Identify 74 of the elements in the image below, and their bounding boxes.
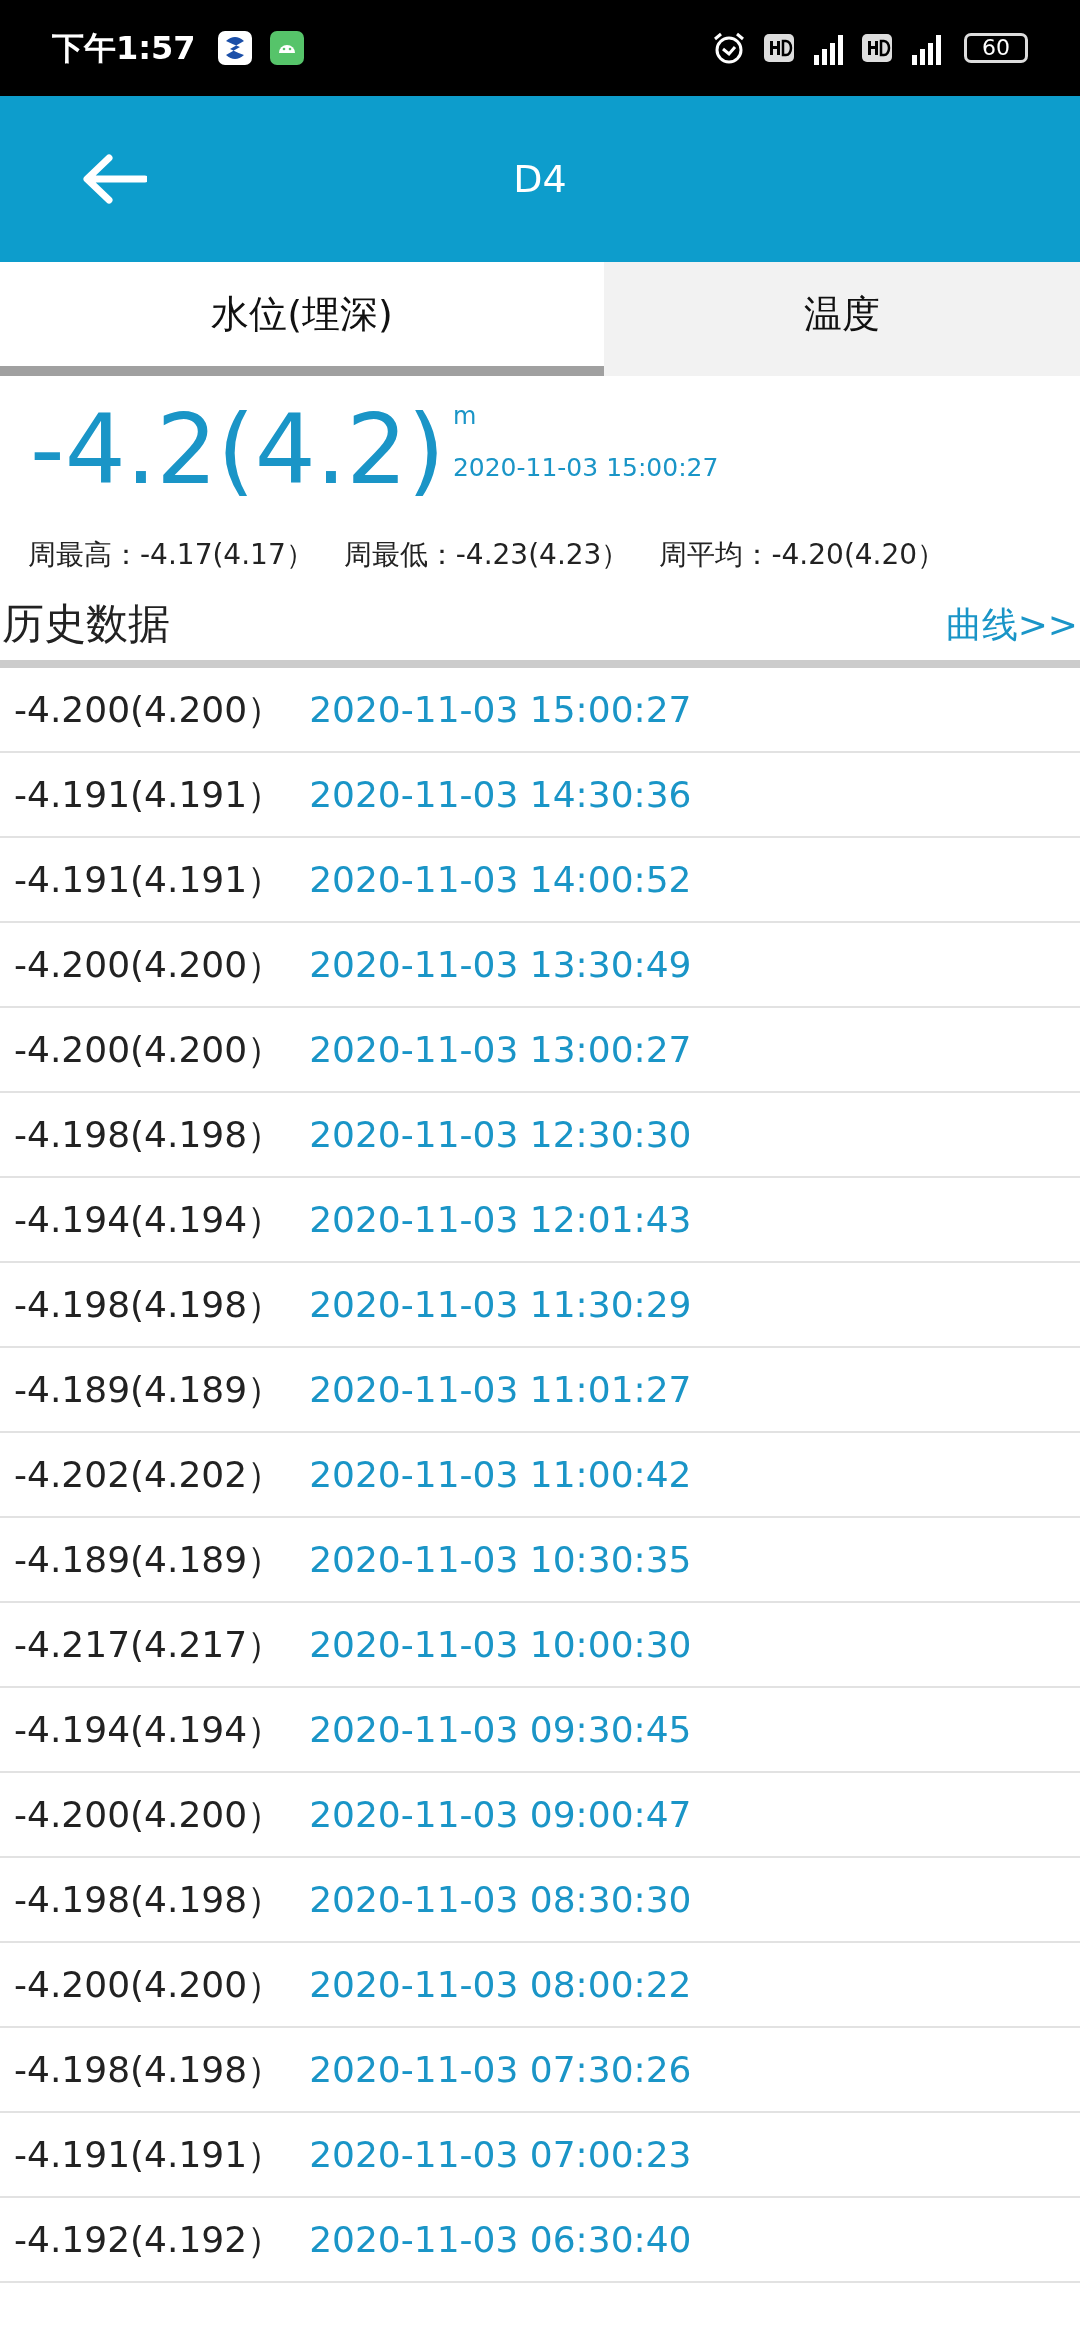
- hd-icon: [764, 34, 794, 62]
- history-row[interactable]: -4.192(4.192） 2020-11-03 06:30:40: [0, 2198, 1080, 2283]
- row-value: -4.198(4.198）: [14, 2047, 284, 2092]
- row-value: -4.194(4.194）: [14, 1197, 284, 1242]
- back-arrow-icon: [81, 154, 147, 204]
- row-value: -4.189(4.189）: [14, 1367, 284, 1412]
- row-value: -4.192(4.192）: [14, 2217, 284, 2262]
- unit-label: m: [452, 400, 477, 431]
- row-value: -4.191(4.191）: [14, 2132, 284, 2177]
- row-value: -4.200(4.200）: [14, 1027, 284, 1072]
- row-value: -4.189(4.189）: [14, 1537, 284, 1582]
- row-value: -4.200(4.200）: [14, 1962, 284, 2007]
- history-row[interactable]: -4.200(4.200） 2020-11-03 15:00:27: [0, 668, 1080, 753]
- hd-icon: [862, 34, 892, 62]
- history-row[interactable]: -4.200(4.200） 2020-11-03 09:00:47: [0, 1773, 1080, 1858]
- row-time: 2020-11-03 11:30:29: [309, 1282, 692, 1327]
- history-row[interactable]: -4.191(4.191） 2020-11-03 14:00:52: [0, 838, 1080, 923]
- row-value: -4.194(4.194）: [14, 1707, 284, 1752]
- history-row[interactable]: -4.191(4.191） 2020-11-03 14:30:36: [0, 753, 1080, 838]
- history-row[interactable]: -4.189(4.189） 2020-11-03 10:30:35: [0, 1518, 1080, 1603]
- row-time: 2020-11-03 07:30:26: [309, 2047, 692, 2092]
- history-row[interactable]: -4.217(4.217） 2020-11-03 10:00:30: [0, 1603, 1080, 1688]
- weekly-stat: 周最高：-4.17(4.17）: [28, 537, 314, 573]
- history-row[interactable]: -4.194(4.194） 2020-11-03 12:01:43: [0, 1178, 1080, 1263]
- row-time: 2020-11-03 13:30:49: [309, 942, 692, 987]
- row-time: 2020-11-03 08:00:22: [309, 1962, 692, 2007]
- row-time: 2020-11-03 07:00:23: [309, 2132, 692, 2177]
- screen-title: D4: [513, 155, 567, 203]
- tab[interactable]: 温度: [604, 262, 1080, 376]
- weekly-stat: 周平均：-4.20(4.20）: [659, 537, 946, 573]
- row-value: -4.198(4.198）: [14, 1112, 284, 1157]
- row-time: 2020-11-03 08:30:30: [309, 1877, 692, 1922]
- history-row[interactable]: -4.200(4.200） 2020-11-03 08:00:22: [0, 1943, 1080, 2028]
- history-row[interactable]: -4.198(4.198） 2020-11-03 07:30:26: [0, 2028, 1080, 2113]
- row-time: 2020-11-03 09:00:47: [309, 1792, 692, 1837]
- section-title: 历史数据: [1, 598, 170, 650]
- history-row[interactable]: -4.198(4.198） 2020-11-03 08:30:30: [0, 1858, 1080, 1943]
- row-time: 2020-11-03 15:00:27: [309, 687, 692, 732]
- history-row[interactable]: -4.191(4.191） 2020-11-03 07:00:23: [0, 2113, 1080, 2198]
- row-time: 2020-11-03 12:01:43: [309, 1197, 692, 1242]
- reading-time: 2020-11-03 15:00:27: [452, 451, 719, 484]
- weekly-stat: 周最低：-4.23(4.23）: [343, 537, 630, 573]
- row-value: -4.217(4.217）: [14, 1622, 284, 1667]
- row-time: 2020-11-03 06:30:40: [309, 2217, 692, 2262]
- row-value: -4.200(4.200）: [14, 942, 284, 987]
- row-value: -4.198(4.198）: [14, 1877, 284, 1922]
- android-icon: [269, 31, 304, 65]
- row-time: 2020-11-03 12:30:30: [309, 1112, 692, 1157]
- battery-indicator: 60: [964, 33, 1028, 63]
- history-row[interactable]: -4.198(4.198） 2020-11-03 12:30:30: [0, 1093, 1080, 1178]
- row-time: 2020-11-03 09:30:45: [309, 1707, 692, 1752]
- history-row[interactable]: -4.194(4.194） 2020-11-03 09:30:45: [0, 1688, 1080, 1773]
- history-row[interactable]: -4.202(4.202） 2020-11-03 11:00:42: [0, 1433, 1080, 1518]
- row-value: -4.202(4.202）: [14, 1452, 284, 1497]
- row-time: 2020-11-03 10:00:30: [309, 1622, 692, 1667]
- row-time: 2020-11-03 11:01:27: [309, 1367, 692, 1412]
- history-row[interactable]: -4.189(4.189） 2020-11-03 11:01:27: [0, 1348, 1080, 1433]
- row-time: 2020-11-03 14:00:52: [309, 857, 692, 902]
- row-value: -4.200(4.200）: [14, 687, 284, 732]
- row-value: -4.191(4.191）: [14, 857, 284, 902]
- row-time: 2020-11-03 14:30:36: [309, 772, 692, 817]
- row-time: 2020-11-03 13:00:27: [309, 1027, 692, 1072]
- clock: 下午1:57: [52, 28, 196, 69]
- app-icon: [217, 31, 252, 65]
- current-reading: -4.2(4.2): [30, 393, 445, 508]
- row-value: -4.191(4.191）: [14, 772, 284, 817]
- alarm-icon: [712, 31, 746, 65]
- row-time: 2020-11-03 10:30:35: [309, 1537, 692, 1582]
- row-value: -4.200(4.200）: [14, 1792, 284, 1837]
- history-row[interactable]: -4.198(4.198） 2020-11-03 11:30:29: [0, 1263, 1080, 1348]
- row-time: 2020-11-03 11:00:42: [309, 1452, 692, 1497]
- row-value: -4.198(4.198）: [14, 1282, 284, 1327]
- history-row[interactable]: -4.200(4.200） 2020-11-03 13:30:49: [0, 923, 1080, 1008]
- history-row[interactable]: -4.200(4.200） 2020-11-03 13:00:27: [0, 1008, 1080, 1093]
